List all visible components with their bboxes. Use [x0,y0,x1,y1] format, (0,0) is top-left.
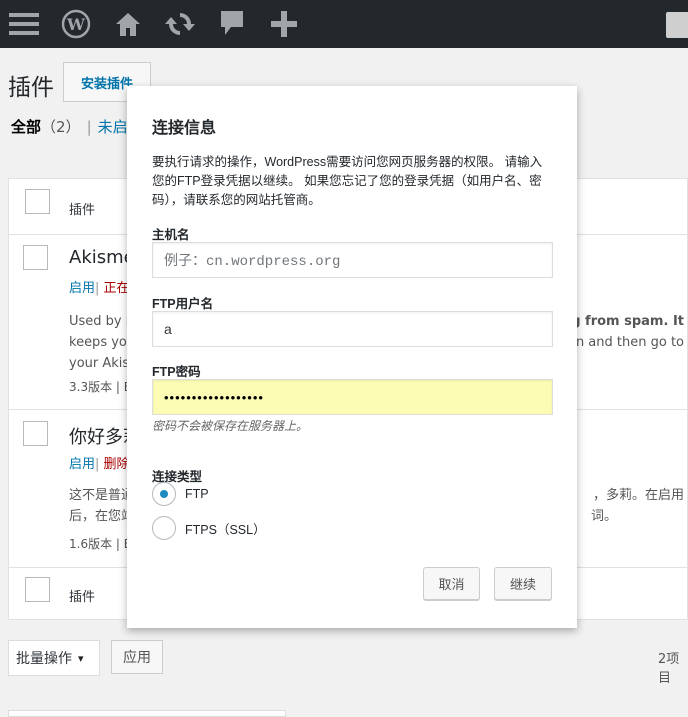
filter-inactive[interactable]: 未启 [98,118,128,136]
avatar[interactable] [666,12,688,38]
action-separator: | [95,457,100,472]
radio-label: FTP [185,487,209,501]
bulk-actions-select[interactable]: 批量操作 ▾ [8,640,100,676]
column-header-plugin: 插件 [69,203,96,218]
password-label: FTP密码 [152,365,201,379]
action-separator: | [95,281,100,296]
delete-link[interactable]: 删除 [104,457,130,472]
username-input[interactable]: a [152,311,553,347]
filter-separator: | [86,118,92,136]
hostname-label: 主机名 [152,228,190,242]
updates-icon[interactable] [156,0,204,48]
radio-button[interactable] [152,482,176,506]
plugin-meta: 3.3版本 | E [69,380,132,394]
wordpress-logo-icon[interactable]: W [52,0,100,48]
filter-all[interactable]: 全部 [11,118,41,136]
select-all-checkbox-footer[interactable] [25,577,50,602]
plugin-checkbox[interactable] [23,245,48,270]
radio-ftp[interactable]: FTP [152,482,209,506]
connection-info-dialog: 连接信息 要执行请求的操作，WordPress需要访问您网页服务器的权限。 请输… [127,86,577,628]
chevron-down-icon: ▾ [78,651,84,665]
hostname-input[interactable]: 例子：cn.wordpress.org [152,242,553,278]
proceed-button[interactable]: 继续 [494,567,552,600]
select-all-checkbox[interactable] [25,189,50,214]
username-label: FTP用户名 [152,297,214,311]
filter-all-count: （2） [41,118,81,136]
dialog-intro: 要执行请求的操作，WordPress需要访问您网页服务器的权限。 请输入您的FT… [152,155,543,207]
plugin-checkbox[interactable] [23,421,48,446]
radio-label: FTPS（SSL） [185,522,266,537]
bulk-actions-value: 批量操作 [16,651,72,667]
plugin-action-link[interactable]: 正在 [104,281,130,296]
new-content-icon[interactable] [260,0,308,48]
svg-text:W: W [66,15,86,34]
page-title: 插件 [8,75,54,101]
plugin-filters: 全部（2） | 未启 [11,116,128,137]
password-note: 密码不会被保存在服务器上。 [152,419,309,433]
home-icon[interactable] [104,0,152,48]
plugin-description-right: ，多莉。在启用 词。 [591,488,684,524]
plugin-name: Akisme [69,247,135,268]
dialog-title: 连接信息 [152,120,217,137]
bottom-panel [8,710,286,717]
plugin-meta: 1.6版本 | E [69,537,132,551]
radio-ftps[interactable]: FTPS（SSL） [152,516,266,540]
activate-link[interactable]: 启用 [69,281,95,296]
activate-link[interactable]: 启用 [69,457,95,472]
admin-bar: W [0,0,688,48]
menu-icon[interactable] [0,0,48,48]
comments-icon[interactable] [208,0,256,48]
radio-button[interactable] [152,516,176,540]
password-input[interactable]: •••••••••••••••••• [152,379,553,415]
cancel-button[interactable]: 取消 [423,567,480,600]
items-count: 2项目 [658,652,680,686]
plugin-description: 这不是普通 后，在您站 [69,488,135,524]
column-footer-plugin: 插件 [69,590,96,605]
apply-button[interactable]: 应用 [111,640,163,674]
